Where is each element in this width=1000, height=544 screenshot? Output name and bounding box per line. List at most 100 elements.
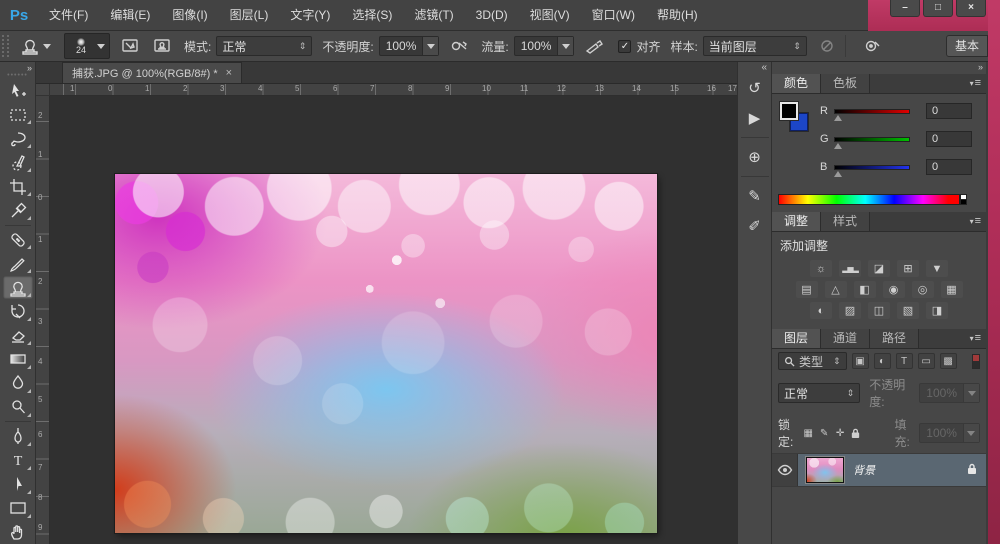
canvas-workspace[interactable] xyxy=(50,96,737,544)
blue-value-field[interactable]: 0 xyxy=(926,159,972,175)
layer-filter-type-select[interactable]: 类型 ⇕ xyxy=(778,352,847,370)
gradient-map-icon[interactable]: ▧ xyxy=(897,302,919,319)
flow-field[interactable]: 100% xyxy=(513,36,575,56)
document-tab[interactable]: 捕获.JPG @ 100%(RGB/8#) * × xyxy=(62,62,243,83)
maximize-button[interactable]: □ xyxy=(923,0,953,17)
tool-type[interactable]: T xyxy=(3,449,33,472)
tool-pen[interactable] xyxy=(3,425,33,448)
sample-select[interactable]: 当前图层 ⇕ xyxy=(702,36,807,56)
lock-all-icon[interactable] xyxy=(850,426,861,440)
layer-filter-toggle[interactable] xyxy=(972,353,980,369)
red-slider-thumb[interactable] xyxy=(834,115,842,121)
black-white-icon[interactable]: ◧ xyxy=(853,281,876,298)
green-slider-thumb[interactable] xyxy=(834,143,842,149)
menu-select[interactable]: 选择(S) xyxy=(341,0,403,30)
tool-quick-selection[interactable] xyxy=(3,151,33,174)
tool-gradient[interactable] xyxy=(3,348,33,371)
menu-filter[interactable]: 滤镜(T) xyxy=(403,0,464,30)
dock-collapse-icon[interactable]: « xyxy=(738,62,771,73)
layers-opacity-field[interactable]: 100% xyxy=(919,383,980,403)
filter-shape-icon[interactable]: ▭ xyxy=(917,353,935,369)
tablet-opacity-button[interactable] xyxy=(447,35,471,57)
mode-select[interactable]: 正常 ⇕ xyxy=(216,36,313,56)
tool-move[interactable] xyxy=(3,80,33,103)
lock-transparency-icon[interactable]: ▦ xyxy=(803,426,814,440)
actions-panel-icon[interactable]: ▶ xyxy=(741,105,769,131)
blue-slider[interactable] xyxy=(834,164,910,170)
green-value-field[interactable]: 0 xyxy=(926,131,972,147)
tab-channels[interactable]: 通道 xyxy=(821,329,871,348)
menu-type[interactable]: 文字(Y) xyxy=(279,0,341,30)
brightness-contrast-icon[interactable]: ☼ xyxy=(810,260,832,277)
menu-help[interactable]: 帮助(H) xyxy=(646,0,709,30)
curves-icon[interactable]: ◪ xyxy=(868,260,890,277)
color-spectrum-ramp[interactable] xyxy=(778,194,960,205)
invert-icon[interactable]: ◐ xyxy=(810,302,832,319)
menu-image[interactable]: 图像(I) xyxy=(161,0,218,30)
tool-brush[interactable] xyxy=(3,252,33,275)
green-slider[interactable] xyxy=(834,136,910,142)
foreground-color-swatch[interactable] xyxy=(780,102,798,120)
selective-color-icon[interactable]: ◨ xyxy=(926,302,948,319)
menu-file[interactable]: 文件(F) xyxy=(38,0,99,30)
color-lookup-icon[interactable]: ▦ xyxy=(940,281,963,298)
tool-clone-stamp[interactable] xyxy=(2,276,33,300)
spectrum-black-swatch[interactable] xyxy=(960,199,967,205)
tab-adjustments[interactable]: 调整 xyxy=(772,212,822,231)
vibrance-icon[interactable]: ▼ xyxy=(926,260,948,277)
opacity-caret[interactable] xyxy=(422,37,439,55)
tab-styles[interactable]: 样式 xyxy=(821,212,871,231)
vertical-ruler[interactable]: 2 1 0 1 2 3 4 5 6 7 8 9 10 xyxy=(36,96,50,544)
color-balance-icon[interactable]: △ xyxy=(824,281,847,298)
red-value-field[interactable]: 0 xyxy=(926,103,972,119)
tab-color[interactable]: 颜色 xyxy=(772,74,822,93)
tool-hand[interactable] xyxy=(3,521,33,544)
flow-caret[interactable] xyxy=(557,37,574,55)
workspace-button[interactable]: 基本 xyxy=(945,35,988,57)
filter-pixel-icon[interactable]: ▣ xyxy=(851,353,869,369)
layer-visibility-toggle[interactable] xyxy=(772,454,798,486)
layer-row-background[interactable]: 背景 xyxy=(772,453,986,487)
menu-3d[interactable]: 3D(D) xyxy=(465,0,519,30)
brush-panel-icon[interactable]: ✎ xyxy=(741,183,769,209)
close-button[interactable]: × xyxy=(956,0,986,17)
channel-mixer-icon[interactable]: ◎ xyxy=(911,281,934,298)
layers-opacity-caret[interactable] xyxy=(963,384,979,402)
toggle-brush-panel-button[interactable] xyxy=(118,35,142,57)
layer-thumbnail[interactable] xyxy=(805,456,845,484)
toolbar-grip[interactable]: •••••• xyxy=(7,72,28,79)
align-checkbox[interactable]: ✓ xyxy=(618,39,632,53)
tool-lasso[interactable] xyxy=(3,127,33,150)
menu-window[interactable]: 窗口(W) xyxy=(581,0,646,30)
filter-adjustment-icon[interactable]: ◐ xyxy=(873,353,891,369)
menu-layer[interactable]: 图层(L) xyxy=(219,0,280,30)
history-panel-icon[interactable]: ↺ xyxy=(741,75,769,101)
tool-eraser[interactable] xyxy=(3,324,33,347)
tablet-size-button[interactable] xyxy=(860,35,884,57)
options-grip[interactable] xyxy=(2,35,9,57)
tab-layers[interactable]: 图层 xyxy=(772,329,822,348)
ruler-origin-box[interactable] xyxy=(36,84,50,96)
red-slider[interactable] xyxy=(834,108,910,114)
tool-spot-healing-brush[interactable] xyxy=(3,228,33,251)
tool-preset-picker[interactable] xyxy=(15,34,56,58)
airbrush-button[interactable] xyxy=(582,35,606,57)
threshold-icon[interactable]: ◫ xyxy=(868,302,890,319)
filter-type-icon[interactable]: T xyxy=(895,353,913,369)
menu-edit[interactable]: 编辑(E) xyxy=(99,0,161,30)
properties-panel-icon[interactable]: ⊕ xyxy=(741,144,769,170)
tool-rectangle[interactable] xyxy=(3,497,33,520)
panel-menu-icon[interactable]: ≡ xyxy=(970,332,981,344)
toggle-clone-source-panel-button[interactable] xyxy=(150,35,174,57)
panel-menu-icon[interactable]: ≡ xyxy=(970,215,981,227)
minimize-button[interactable]: – xyxy=(890,0,920,17)
posterize-icon[interactable]: ▨ xyxy=(839,302,861,319)
tool-blur[interactable] xyxy=(3,372,33,395)
opacity-field[interactable]: 100% xyxy=(378,36,440,56)
panel-menu-icon[interactable]: ≡ xyxy=(970,77,981,89)
tool-path-selection[interactable] xyxy=(3,473,33,496)
blend-mode-select[interactable]: 正常 ⇕ xyxy=(778,383,861,403)
layer-selected-area[interactable]: 背景 xyxy=(798,454,986,486)
tool-eyedropper[interactable] xyxy=(3,199,33,222)
tool-dodge[interactable] xyxy=(3,396,33,419)
